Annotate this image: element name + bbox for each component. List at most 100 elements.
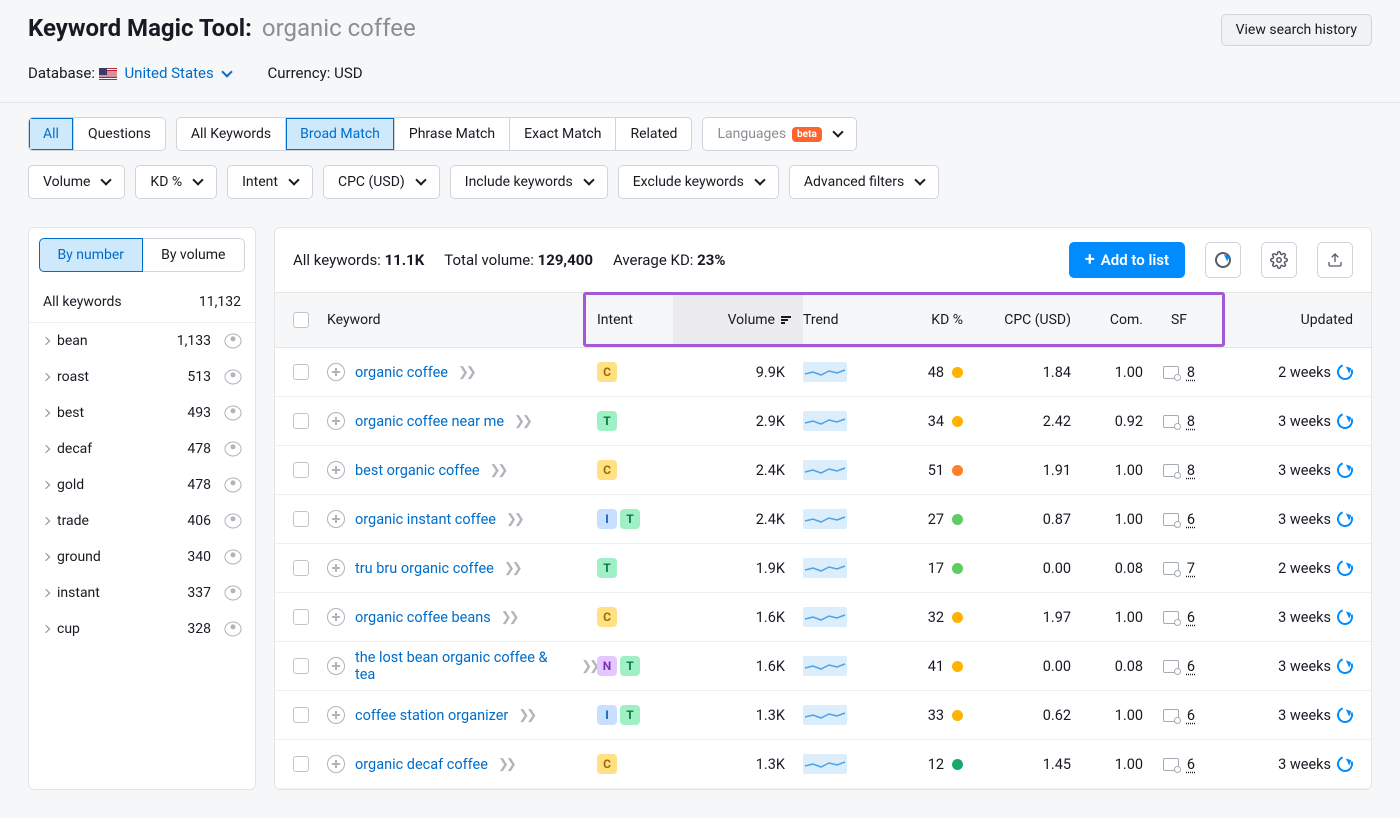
- serp-icon[interactable]: [1163, 415, 1179, 428]
- add-icon[interactable]: [327, 559, 345, 577]
- eye-icon[interactable]: [222, 330, 245, 353]
- add-icon[interactable]: [327, 510, 345, 528]
- col-updated[interactable]: Updated: [1215, 312, 1353, 328]
- refresh-icon[interactable]: [1334, 606, 1355, 627]
- col-kd[interactable]: KD %: [875, 312, 963, 328]
- add-to-list-button[interactable]: +Add to list: [1069, 242, 1185, 278]
- view-history-button[interactable]: View search history: [1221, 14, 1372, 46]
- refresh-icon[interactable]: [1334, 361, 1355, 382]
- serp-icon[interactable]: [1163, 366, 1179, 379]
- keyword-link[interactable]: tru bru organic coffee: [355, 560, 494, 577]
- row-checkbox[interactable]: [293, 413, 309, 429]
- keyword-link[interactable]: organic coffee beans: [355, 609, 491, 626]
- sf-value[interactable]: 8: [1187, 462, 1195, 479]
- col-cpc[interactable]: CPC (USD): [963, 312, 1071, 328]
- match-tab[interactable]: Broad Match: [286, 118, 395, 150]
- keyword-link[interactable]: coffee station organizer: [355, 707, 508, 724]
- keyword-link[interactable]: organic coffee near me: [355, 413, 504, 430]
- row-checkbox[interactable]: [293, 658, 309, 674]
- sf-value[interactable]: 6: [1187, 756, 1195, 773]
- export-button[interactable]: [1317, 242, 1353, 278]
- tab-all[interactable]: All: [29, 118, 74, 150]
- col-volume[interactable]: Volume: [673, 293, 803, 347]
- eye-icon[interactable]: [222, 402, 245, 425]
- sidebar-item[interactable]: best493: [29, 395, 255, 431]
- eye-icon[interactable]: [222, 546, 245, 569]
- add-icon[interactable]: [327, 706, 345, 724]
- refresh-icon[interactable]: [1334, 655, 1355, 676]
- serp-icon[interactable]: [1163, 464, 1179, 477]
- eye-icon[interactable]: [222, 474, 245, 497]
- settings-button[interactable]: [1261, 242, 1297, 278]
- sidebar-tab[interactable]: By volume: [143, 238, 246, 272]
- keyword-link[interactable]: best organic coffee: [355, 462, 480, 479]
- serp-icon[interactable]: [1163, 709, 1179, 722]
- sf-value[interactable]: 6: [1187, 609, 1195, 626]
- serp-icon[interactable]: [1163, 660, 1179, 673]
- sidebar-item[interactable]: ground340: [29, 539, 255, 575]
- col-trend[interactable]: Trend: [803, 312, 875, 328]
- row-checkbox[interactable]: [293, 756, 309, 772]
- match-tab[interactable]: Exact Match: [510, 118, 616, 150]
- tab-questions[interactable]: Questions: [74, 118, 165, 150]
- sidebar-item[interactable]: instant337: [29, 575, 255, 611]
- sf-value[interactable]: 6: [1187, 658, 1195, 675]
- filter-include-keywords[interactable]: Include keywords: [450, 165, 608, 199]
- select-all-checkbox[interactable]: [293, 312, 309, 328]
- col-intent[interactable]: Intent: [597, 312, 673, 328]
- eye-icon[interactable]: [222, 582, 245, 605]
- add-icon[interactable]: [327, 657, 345, 675]
- sf-value[interactable]: 8: [1187, 364, 1195, 381]
- refresh-icon[interactable]: [1334, 508, 1355, 529]
- serp-icon[interactable]: [1163, 513, 1179, 526]
- sidebar-item[interactable]: bean1,133: [29, 323, 255, 359]
- add-icon[interactable]: [327, 755, 345, 773]
- add-icon[interactable]: [327, 608, 345, 626]
- refresh-icon[interactable]: [1334, 410, 1355, 431]
- sf-value[interactable]: 8: [1187, 413, 1195, 430]
- database-selector[interactable]: Database: United States: [28, 64, 231, 82]
- row-checkbox[interactable]: [293, 511, 309, 527]
- sidebar-item[interactable]: trade406: [29, 503, 255, 539]
- filter-intent[interactable]: Intent: [227, 165, 313, 199]
- col-com[interactable]: Com.: [1071, 312, 1143, 328]
- sf-value[interactable]: 7: [1187, 560, 1195, 577]
- col-keyword[interactable]: Keyword: [327, 312, 597, 328]
- add-icon[interactable]: [327, 412, 345, 430]
- keyword-link[interactable]: the lost bean organic coffee & tea: [355, 649, 571, 683]
- refresh-icon[interactable]: [1334, 753, 1355, 774]
- refresh-icon[interactable]: [1334, 459, 1355, 480]
- serp-icon[interactable]: [1163, 611, 1179, 624]
- row-checkbox[interactable]: [293, 560, 309, 576]
- eye-icon[interactable]: [222, 510, 245, 533]
- keyword-link[interactable]: organic decaf coffee: [355, 756, 488, 773]
- keyword-link[interactable]: organic coffee: [355, 364, 448, 381]
- sidebar-item[interactable]: decaf478: [29, 431, 255, 467]
- sidebar-tab[interactable]: By number: [39, 238, 143, 272]
- eye-icon[interactable]: [222, 438, 245, 461]
- row-checkbox[interactable]: [293, 364, 309, 380]
- match-tab[interactable]: Phrase Match: [395, 118, 510, 150]
- sidebar-item[interactable]: gold478: [29, 467, 255, 503]
- row-checkbox[interactable]: [293, 609, 309, 625]
- refresh-icon[interactable]: [1334, 557, 1355, 578]
- row-checkbox[interactable]: [293, 462, 309, 478]
- match-tab[interactable]: Related: [616, 118, 691, 150]
- filter-volume[interactable]: Volume: [28, 165, 125, 199]
- sf-value[interactable]: 6: [1187, 707, 1195, 724]
- refresh-button[interactable]: [1205, 242, 1241, 278]
- add-icon[interactable]: [327, 461, 345, 479]
- filter-advanced-filters[interactable]: Advanced filters: [789, 165, 939, 199]
- filter-kd-[interactable]: KD %: [135, 165, 217, 199]
- filter-exclude-keywords[interactable]: Exclude keywords: [618, 165, 779, 199]
- sidebar-item[interactable]: roast513: [29, 359, 255, 395]
- filter-cpc-usd-[interactable]: CPC (USD): [323, 165, 440, 199]
- languages-filter[interactable]: Languages beta: [702, 117, 856, 151]
- add-icon[interactable]: [327, 363, 345, 381]
- serp-icon[interactable]: [1163, 758, 1179, 771]
- serp-icon[interactable]: [1163, 562, 1179, 575]
- sf-value[interactable]: 6: [1187, 511, 1195, 528]
- refresh-icon[interactable]: [1334, 704, 1355, 725]
- eye-icon[interactable]: [222, 366, 245, 389]
- sidebar-item[interactable]: cup328: [29, 611, 255, 647]
